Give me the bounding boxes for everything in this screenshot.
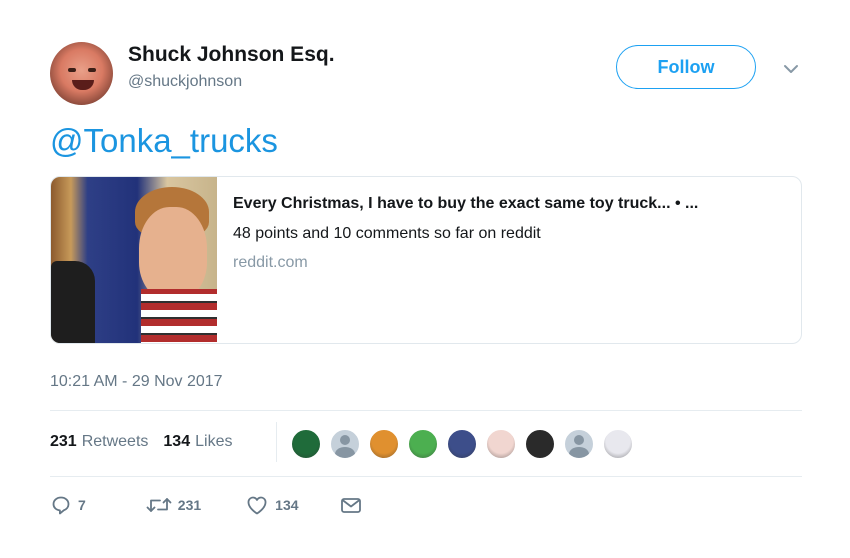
avatar-mouth xyxy=(72,80,94,90)
reply-button[interactable]: 7 xyxy=(50,494,86,516)
default-avatar[interactable] xyxy=(329,428,361,460)
like-button[interactable]: 134 xyxy=(245,494,299,516)
blue-cartoon-avatar[interactable] xyxy=(446,428,478,460)
pepe-avatar[interactable] xyxy=(407,428,439,460)
tweet: Shuck Johnson Esq. @shuckjohnson Follow … xyxy=(0,0,850,558)
card-description: 48 points and 10 comments so far on redd… xyxy=(233,225,541,242)
retweet-button[interactable]: 231 xyxy=(146,494,201,516)
stats-separator xyxy=(276,422,277,462)
likes-count: 134 xyxy=(163,433,191,450)
dark-photo-avatar[interactable] xyxy=(524,428,556,460)
likes-stat[interactable]: 134 Likes xyxy=(163,433,232,451)
retweets-stat[interactable]: 231 Retweets xyxy=(50,433,148,451)
tweet-timestamp[interactable]: 10:21 AM - 29 Nov 2017 xyxy=(50,373,223,391)
sketch-avatar[interactable] xyxy=(602,428,634,460)
thumbnail-face xyxy=(139,207,207,299)
heart-icon xyxy=(245,494,269,516)
default-avatar[interactable] xyxy=(563,428,595,460)
direct-message-button[interactable] xyxy=(339,494,363,516)
retweet-icon xyxy=(146,494,172,516)
retweets-label: Retweets xyxy=(81,433,149,450)
thumbnail-shirt xyxy=(141,289,217,343)
avatar-eye-right xyxy=(88,68,96,72)
retweet-count: 231 xyxy=(177,497,202,513)
green-badge-avatar[interactable] xyxy=(290,428,322,460)
card-title: Every Christmas, I have to buy the exact… xyxy=(233,195,699,212)
retweets-count: 231 xyxy=(50,433,77,450)
author-handle[interactable]: @shuckjohnson xyxy=(128,73,242,91)
orange-face-avatar[interactable] xyxy=(368,428,400,460)
card-domain: reddit.com xyxy=(233,254,308,271)
author-avatar[interactable] xyxy=(50,42,113,105)
liker-avatars xyxy=(290,428,641,460)
tweet-text-mention[interactable]: @Tonka_trucks xyxy=(50,122,278,160)
author-display-name[interactable]: Shuck Johnson Esq. xyxy=(128,43,335,67)
tweet-stats: 231 Retweets 134 Likes xyxy=(50,433,232,451)
chevron-down-icon[interactable] xyxy=(780,58,802,80)
follow-button[interactable]: Follow xyxy=(616,45,756,89)
divider xyxy=(50,410,802,411)
thumbnail-mixer xyxy=(51,261,95,343)
envelope-icon xyxy=(339,494,363,516)
pink-woman-avatar[interactable] xyxy=(485,428,517,460)
reply-count: 7 xyxy=(78,497,86,513)
likes-label: Likes xyxy=(195,433,233,450)
reply-icon xyxy=(50,494,72,516)
divider xyxy=(50,476,802,477)
card-thumbnail-image xyxy=(51,177,217,343)
avatar-eye-left xyxy=(68,68,76,72)
action-bar: 7 231 134 xyxy=(50,494,363,516)
link-card[interactable]: Every Christmas, I have to buy the exact… xyxy=(50,176,802,344)
like-count: 134 xyxy=(275,497,299,513)
